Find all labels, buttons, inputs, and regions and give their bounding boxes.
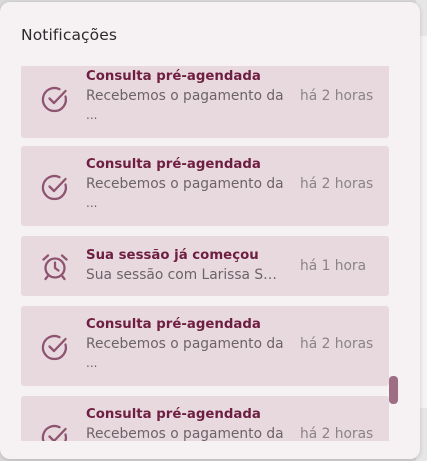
notification-time: há 2 horas xyxy=(300,176,374,192)
notification-card[interactable]: Consulta pré-agendada Recebemos o pagame… xyxy=(21,306,389,386)
notification-title: Consulta pré-agendada xyxy=(86,317,261,332)
notification-description: Recebemos o pagamento da xyxy=(86,176,284,192)
alarm-clock-icon xyxy=(42,254,68,281)
panel-title: Notificações xyxy=(21,26,118,44)
notification-time: há 1 hora xyxy=(300,258,367,274)
notifications-list[interactable]: Consulta pré-agendada Recebemos o pagame… xyxy=(0,66,420,441)
notification-more: ... xyxy=(86,356,98,370)
notifications-panel: Notificações Consulta pré-agendada Receb… xyxy=(0,2,420,459)
check-circle-icon xyxy=(41,334,68,361)
notification-title: Consulta pré-agendada xyxy=(86,69,261,84)
notification-title: Consulta pré-agendada xyxy=(86,407,261,422)
notification-time: há 2 horas xyxy=(300,88,374,104)
check-circle-icon xyxy=(41,86,68,113)
notification-card[interactable]: Consulta pré-agendada Recebemos o pagame… xyxy=(21,66,389,138)
notification-description: Recebemos o pagamento da xyxy=(86,426,284,441)
notification-title: Sua sessão já começou xyxy=(86,248,259,263)
check-circle-icon xyxy=(41,424,68,441)
notification-more: ... xyxy=(86,196,98,210)
notification-card[interactable]: Consulta pré-agendada Recebemos o pagame… xyxy=(21,146,389,226)
notification-card[interactable]: Consulta pré-agendada Recebemos o pagame… xyxy=(21,396,389,441)
notification-description: Recebemos o pagamento da xyxy=(86,336,284,352)
notification-time: há 2 horas xyxy=(300,426,374,441)
notification-title: Consulta pré-agendada xyxy=(86,157,261,172)
notification-card[interactable]: Sua sessão já começou Sua sessão com Lar… xyxy=(21,236,389,296)
notification-time: há 2 horas xyxy=(300,336,374,352)
notification-more: ... xyxy=(86,108,98,122)
notification-description: Sua sessão com Larissa Sa... xyxy=(86,267,284,283)
scrollbar-thumb[interactable] xyxy=(389,376,398,404)
notification-description: Recebemos o pagamento da xyxy=(86,88,284,104)
check-circle-icon xyxy=(41,174,68,201)
